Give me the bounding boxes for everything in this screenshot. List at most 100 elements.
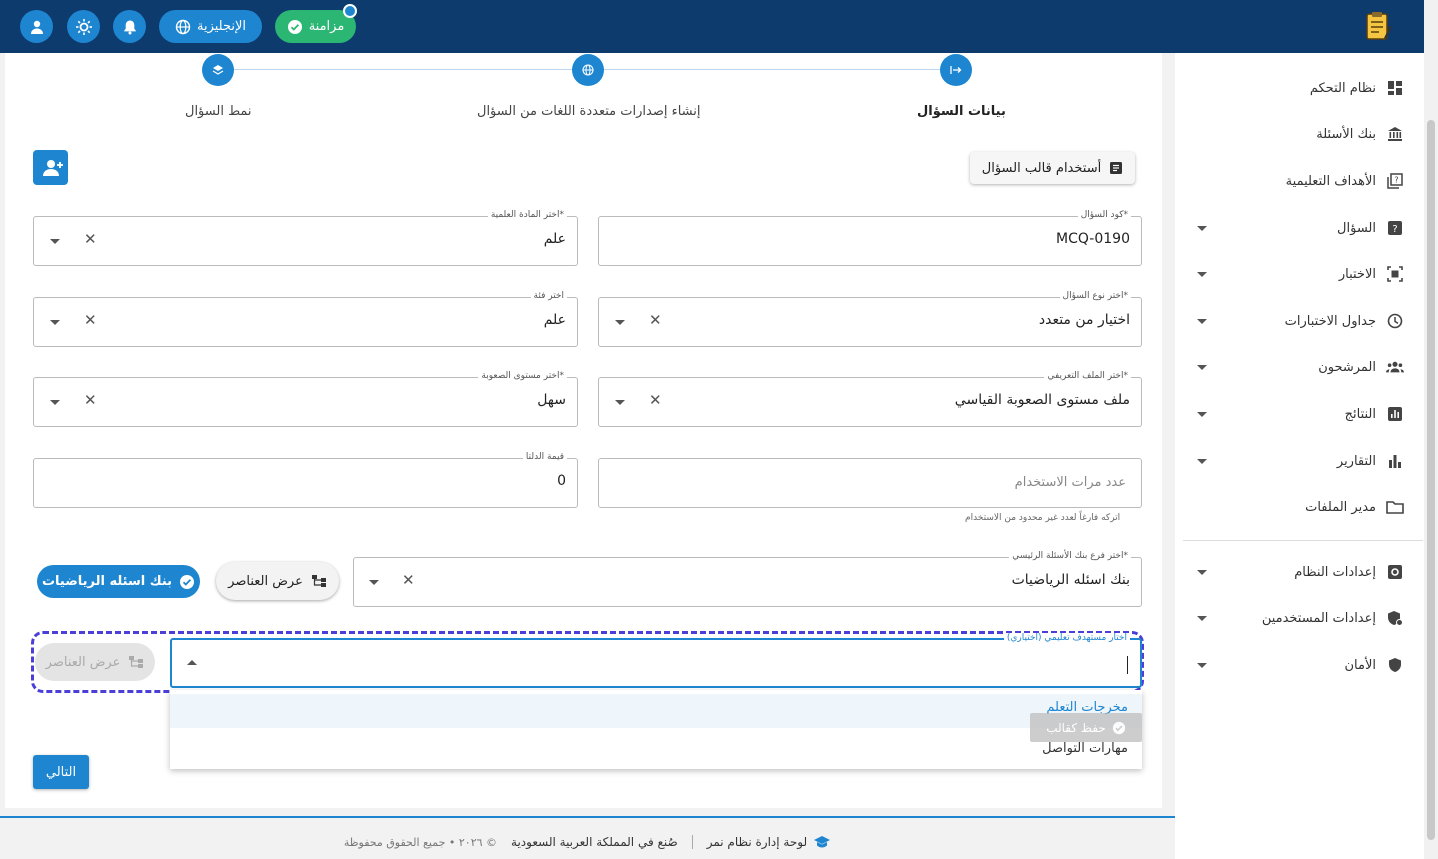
sidebar-item-label: المرشحون [1318,359,1376,375]
candidates-expand-caret[interactable] [1197,365,1207,370]
profile-label: اختر الملف التعريفي* [1044,371,1131,381]
check-circle-icon [287,19,302,34]
sidebar-item-label: إعدادات النظام [1294,564,1376,580]
results-expand-caret[interactable] [1197,412,1207,417]
results-icon [1386,405,1404,423]
system-settings-expand-caret[interactable] [1197,570,1207,575]
step-1-label[interactable]: بيانات السؤال [917,104,1006,119]
view-items-button[interactable]: عرض العناصر [216,562,339,600]
sidebar-item-label: التقارير [1336,453,1376,469]
learning-target-dropdown: مخرجات التعلم مهارات التواصل [170,690,1142,769]
sidebar-item-security[interactable]: الأمان [1345,650,1405,680]
clear-icon[interactable]: ✕ [649,311,662,329]
objectives-icon: ? [1386,172,1404,190]
next-button[interactable]: التالي [33,755,89,789]
language-button[interactable]: الإنجليزية [159,10,262,43]
question-code-field[interactable]: كود السؤال* MCQ-0190 [598,210,1142,266]
clear-icon[interactable]: ✕ [84,391,97,409]
clear-icon[interactable]: ✕ [84,230,97,248]
sidebar-item-label: مدير الملفات [1305,499,1376,515]
question-expand-caret[interactable] [1197,226,1207,231]
usage-count-field[interactable]: عدد مرات الاستخدام [598,458,1142,508]
candidates-icon [1386,358,1404,376]
sidebar-item-reports[interactable]: التقارير [1337,446,1404,476]
sidebar-item-dashboard[interactable]: نظام التحكم [1310,73,1404,103]
step-3-label[interactable]: نمط السؤال [185,104,252,119]
question-type-select[interactable]: اختر نوع السؤال* اختيار من متعدد ✕ [598,291,1142,347]
notifications-button[interactable] [113,10,146,43]
step-3-circle[interactable] [202,54,234,86]
bank-icon [1386,125,1404,143]
delta-label: قيمة الدلتا [522,452,567,462]
chevron-down-icon[interactable] [50,320,60,325]
footer-separator [691,835,693,849]
sidebar-item-objectives[interactable]: الأهداف التعليمية ? [1286,166,1404,196]
sidebar-item-label: الأهداف التعليمية [1285,173,1376,189]
graduation-cap-icon [814,836,831,848]
step-2-label[interactable]: إنشاء إصدارات متعددة اللغات من السؤال [477,104,701,119]
svg-text:?: ? [1394,176,1398,185]
chevron-down-icon[interactable] [50,400,60,405]
subject-label: اختر المادة العلمية* [487,210,567,220]
footer-copyright: © ٢٠٢٦ • جميع الحقوق محفوظة [343,835,498,849]
footer-made-in: صُنع في المملكة العربية السعودية [511,835,678,849]
sidebar-item-question[interactable]: السؤال ? [1337,213,1404,243]
sidebar-item-label: الاختبار [1338,266,1376,282]
dropdown-option[interactable]: مهارات التواصل [1042,741,1128,756]
delta-field[interactable]: قيمة الدلتا 0 [33,452,578,508]
scrollbar-thumb[interactable] [1427,120,1435,840]
chevron-down-icon[interactable] [50,239,60,244]
learning-target-select[interactable]: اختار مستهدف تعليمي (اختياري) [170,633,1142,688]
profile-button[interactable] [20,10,53,43]
reports-expand-caret[interactable] [1197,459,1207,464]
sync-button[interactable]: مزامنة [275,4,357,43]
subject-value: علم [543,231,566,247]
chevron-down-icon[interactable] [615,320,625,325]
step-2-circle[interactable] [572,54,604,86]
theme-toggle-button[interactable] [67,10,100,43]
sidebar-item-results[interactable]: النتائج [1345,399,1404,429]
usage-count-placeholder: عدد مرات الاستخدام [1014,475,1126,490]
layers-icon [212,65,224,75]
subject-select[interactable]: اختر المادة العلمية* علم ✕ [33,210,578,266]
check-circle-icon [1112,721,1125,734]
arrow-right-bar-icon [950,66,962,74]
sidebar-item-label: الأمان [1344,657,1377,673]
chevron-down-icon[interactable] [369,580,379,585]
learning-target-label: اختار مستهدف تعليمي (اختياري) [1003,633,1130,643]
sidebar-item-question-bank[interactable]: بنك الأسئلة [1316,119,1404,149]
page-scrollbar[interactable] [1424,0,1438,859]
question-type-label: اختر نوع السؤال* [1059,291,1131,301]
language-label: الإنجليزية [196,19,247,34]
question-icon: ? [1386,219,1404,237]
chevron-down-icon[interactable] [615,400,625,405]
security-expand-caret[interactable] [1197,663,1207,668]
category-select[interactable]: اختر فئة علم ✕ [33,291,578,347]
sidebar-item-file-manager[interactable]: مدير الملفات [1305,492,1404,522]
check-circle-icon [180,574,195,589]
sidebar-item-user-settings[interactable]: إعدادات المستخدمين [1262,603,1404,633]
dropdown-hover-highlight [170,694,1142,728]
difficulty-select[interactable]: اختر مستوى الصعوبة* سهل ✕ [33,371,578,427]
clear-icon[interactable]: ✕ [649,391,662,409]
use-template-button[interactable]: أستخدام قالب السؤال [970,152,1135,184]
selected-bank-chip[interactable]: بنك اسئله الرياضيات [37,565,200,598]
add-user-button[interactable] [33,150,68,185]
exam-expand-caret[interactable] [1197,272,1207,277]
main-bank-branch-select[interactable]: اختر فرع بنك الأسئلة الرئيسي* بنك اسئله … [353,551,1142,607]
clear-icon[interactable]: ✕ [402,571,415,589]
sidebar-item-exam-schedules[interactable]: جداول الاختبارات [1285,306,1404,336]
sidebar-item-label: النتائج [1344,406,1376,422]
sidebar: نظام التحكم بنك الأسئلة الأهداف التعليمي… [1175,53,1424,859]
chevron-up-icon[interactable] [187,660,197,665]
profile-select[interactable]: اختر الملف التعريفي* ملف مستوى الصعوبة ا… [598,371,1142,427]
reports-icon [1386,452,1404,470]
category-label: اختر فئة [530,291,567,301]
step-1-circle[interactable] [940,54,972,86]
clear-icon[interactable]: ✕ [84,311,97,329]
schedules-expand-caret[interactable] [1197,319,1207,324]
sidebar-item-system-settings[interactable]: إعدادات النظام [1294,557,1404,587]
sidebar-item-candidates[interactable]: المرشحون [1318,352,1404,382]
sidebar-item-exam[interactable]: الاختبار [1339,259,1404,289]
user-settings-expand-caret[interactable] [1197,616,1207,621]
